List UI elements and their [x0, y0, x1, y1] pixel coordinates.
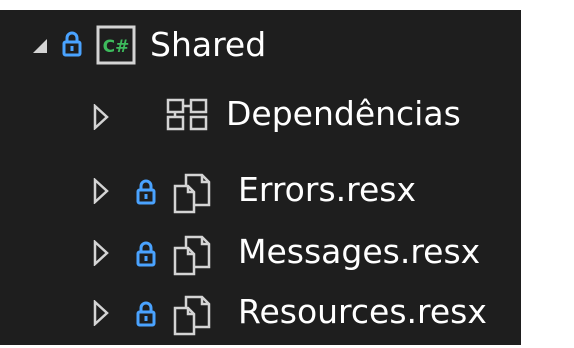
tree-node-label: Dependências	[226, 94, 461, 133]
csharp-project-icon: C#	[96, 25, 136, 65]
tree-node-errors-resx[interactable]: Errors.resx	[0, 168, 521, 228]
lock-icon	[136, 301, 156, 327]
tree-node-dependencies[interactable]: Dependências	[0, 94, 521, 154]
dependencies-icon	[165, 96, 213, 132]
solution-explorer-tree: C# Shared Dependências Errors.resx Messa…	[0, 10, 521, 345]
collapsed-triangle-icon[interactable]	[93, 178, 109, 204]
tree-node-resources-resx[interactable]: Resources.resx	[0, 288, 521, 348]
tree-node-label: Messages.resx	[238, 232, 481, 271]
resx-file-icon	[172, 294, 212, 336]
expanded-triangle-icon[interactable]	[32, 38, 48, 54]
lock-icon	[62, 31, 82, 57]
tree-node-shared[interactable]: C# Shared	[0, 16, 521, 76]
lock-icon	[136, 179, 156, 205]
resx-file-icon	[172, 172, 212, 214]
tree-node-messages-resx[interactable]: Messages.resx	[0, 228, 521, 288]
tree-node-label: Errors.resx	[238, 170, 416, 209]
collapsed-triangle-icon[interactable]	[93, 104, 109, 130]
collapsed-triangle-icon[interactable]	[93, 240, 109, 266]
tree-node-label: Resources.resx	[238, 292, 487, 331]
csharp-badge-text: C#	[103, 37, 130, 57]
resx-file-icon	[172, 234, 212, 276]
tree-node-label: Shared	[150, 25, 267, 64]
collapsed-triangle-icon[interactable]	[93, 300, 109, 326]
lock-icon	[136, 241, 156, 267]
